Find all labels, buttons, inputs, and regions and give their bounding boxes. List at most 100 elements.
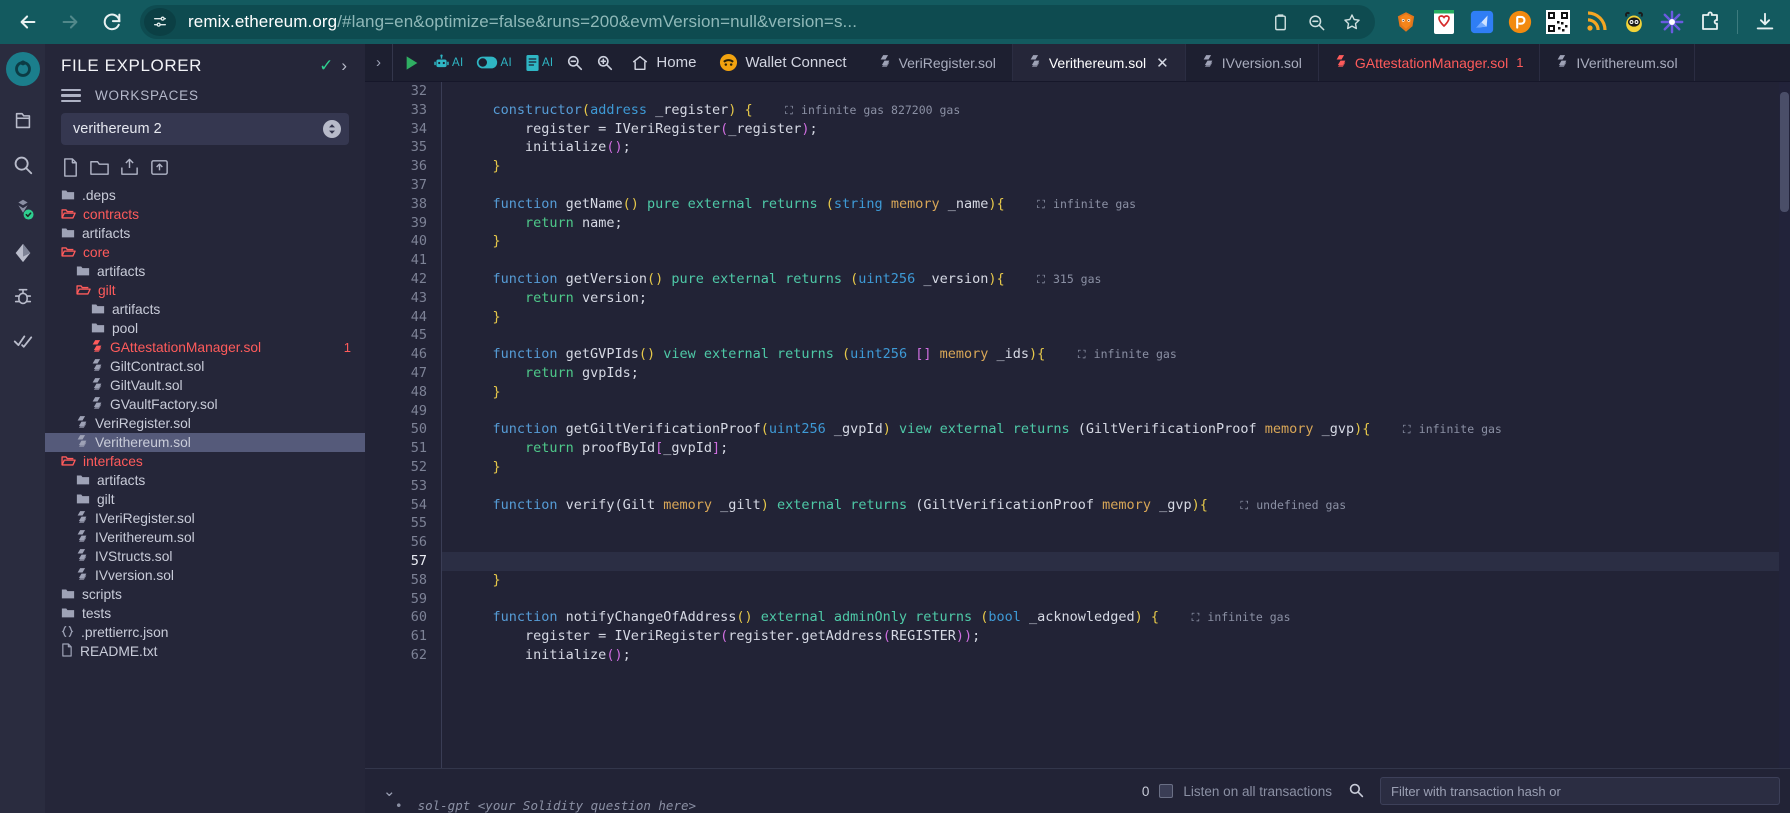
tree-item-ivstructs-sol[interactable]: IVStructs.sol [45,547,365,566]
search-icon[interactable] [8,150,38,180]
code-line[interactable] [460,251,1790,270]
tree-item-readme-txt[interactable]: README.txt [45,642,365,661]
tree-item-scripts[interactable]: scripts [45,585,365,604]
editor-scrollbar[interactable] [1779,82,1790,768]
chevron-right-icon[interactable]: › [337,56,351,76]
tree-item-pool[interactable]: pool [45,319,365,338]
tree-item-core[interactable]: core [45,243,365,262]
tree-item-veriregister-sol[interactable]: VeriRegister.sol [45,414,365,433]
code-line[interactable]: function getName() pure external returns… [460,195,1790,214]
remix-logo-icon[interactable] [5,52,40,86]
reload-button[interactable] [92,2,132,42]
code-line[interactable]: initialize(); [460,646,1790,665]
tree-item-giltvault-sol[interactable]: GiltVault.sol [45,376,365,395]
file-tree[interactable]: .deps contracts artifacts core artifacts gilt… [45,184,365,813]
ai-toggle-button[interactable]: AI [471,44,516,82]
publish-to-gist-icon[interactable] [119,157,140,178]
code-line[interactable]: } [460,157,1790,176]
back-button[interactable] [8,2,48,42]
code-line[interactable]: register = IVeriRegister(_register); [460,120,1790,139]
code-content[interactable]: constructor(address _register) { ⛶ infin… [441,82,1790,768]
tree-item-contracts[interactable]: contracts [45,205,365,224]
code-line[interactable]: return name; [460,214,1790,233]
qr-code-extension-icon[interactable] [1541,5,1575,39]
close-icon[interactable]: ✕ [1156,54,1169,72]
tree-item-deps[interactable]: .deps [45,186,365,205]
editor-tab-verithereum-sol[interactable]: Verithereum.sol ✕ [1012,44,1186,81]
code-line[interactable] [460,402,1790,421]
code-line[interactable]: initialize(); [460,138,1790,157]
create-new-file-icon[interactable] [61,157,80,178]
workspace-dropdown-icon[interactable] [323,120,341,138]
code-line[interactable] [460,176,1790,195]
tree-item-artifacts[interactable]: artifacts [45,300,365,319]
editor-tab-veriregister-sol[interactable]: VeriRegister.sol [863,44,1013,81]
phantom-wallet-extension-icon[interactable] [1503,5,1537,39]
code-line[interactable]: } [460,308,1790,327]
debugger-icon[interactable] [8,282,38,312]
site-settings-icon[interactable] [144,8,176,36]
tree-item-gattestationmanager-sol[interactable]: GAttestationManager.sol 1 [45,338,365,357]
tree-item-interfaces[interactable]: interfaces [45,452,365,471]
code-line[interactable]: return proofById[_gvpId]; [460,439,1790,458]
code-line[interactable]: constructor(address _register) { ⛶ infin… [460,101,1790,120]
tree-item-gvaultfactory-sol[interactable]: GVaultFactory.sol [45,395,365,414]
upload-file-icon[interactable] [149,157,170,178]
rss-feed-extension-icon[interactable] [1579,5,1613,39]
tree-item-giltcontract-sol[interactable]: GiltContract.sol [45,357,365,376]
code-line[interactable] [460,590,1790,609]
tree-item-iveriregister-sol[interactable]: IVeriRegister.sol [45,509,365,528]
code-line[interactable] [442,551,1790,571]
code-line[interactable] [460,514,1790,533]
ai-explain-button[interactable]: AI [428,44,468,82]
metamask-extension-icon[interactable] [1389,5,1423,39]
code-line[interactable]: return gvpIds; [460,364,1790,383]
code-line[interactable]: function getGVPIds() view external retur… [460,345,1790,364]
tree-item-tests[interactable]: tests [45,604,365,623]
tree-item-gilt[interactable]: gilt [45,490,365,509]
download-icon[interactable] [1748,5,1782,39]
open-file-tabs[interactable]: VeriRegister.sol Verithereum.sol ✕ IVversio… [863,44,1790,81]
copy-link-icon[interactable] [1263,7,1297,37]
deploy-run-icon[interactable] [8,238,38,268]
bee-extension-icon[interactable] [1617,5,1651,39]
zoom-out-button[interactable] [561,44,588,82]
code-line[interactable]: function notifyChangeOfAddress() externa… [460,608,1790,627]
puzzle-extensions-icon[interactable] [1693,5,1727,39]
check-icon[interactable]: ✓ [319,56,333,76]
code-line[interactable]: } [460,571,1790,590]
tree-item-prettierrc-json[interactable]: .prettierrc.json [45,623,365,642]
code-line[interactable]: } [460,232,1790,251]
code-line[interactable] [460,533,1790,552]
listen-on-all-transactions-checkbox[interactable] [1159,784,1174,798]
workspaces-menu-icon[interactable] [61,88,81,103]
editor-tab-gattestationmanager-sol[interactable]: GAttestationManager.sol 1 [1319,44,1541,81]
code-line[interactable] [460,82,1790,101]
scrollbar-thumb[interactable] [1780,92,1789,212]
tree-item-artifacts[interactable]: artifacts [45,224,365,243]
panel-expand-icon[interactable]: › [365,44,393,81]
code-line[interactable]: function getVersion() pure external retu… [460,270,1790,289]
tree-item-verithereum-sol[interactable]: Verithereum.sol [45,433,365,452]
zoom-in-button[interactable] [591,44,618,82]
address-bar[interactable]: remix.ethereum.org/#lang=en&optimize=fal… [140,5,1375,39]
code-line[interactable]: } [460,383,1790,402]
ai-docs-button[interactable]: AI [520,44,558,82]
code-editor[interactable]: 32 33 34 35 36 37 38 39 40 41 42 43 44 45 46 47 48 49 50 51… [365,82,1790,768]
home-tab[interactable]: Home [621,44,706,82]
code-line[interactable] [460,477,1790,496]
editor-tab-ivversion-sol[interactable]: IVversion.sol [1186,44,1319,81]
code-line[interactable]: return version; [460,289,1790,308]
solidity-compiler-icon[interactable] [8,194,38,224]
code-line[interactable] [460,326,1790,345]
wallet-connect-tab[interactable]: Wallet Connect [709,44,856,82]
tree-item-artifacts[interactable]: artifacts [45,262,365,281]
workspace-selector[interactable]: verithereum 2 [61,113,349,145]
run-script-button[interactable] [399,44,425,82]
forward-button[interactable] [50,2,90,42]
code-line[interactable]: function verify(Gilt memory _gilt) exter… [460,496,1790,515]
code-line[interactable]: } [460,458,1790,477]
tree-item-iverithereum-sol[interactable]: IVerithereum.sol [45,528,365,547]
bluefin-extension-icon[interactable] [1465,5,1499,39]
code-line[interactable]: function getGiltVerificationProof(uint25… [460,420,1790,439]
